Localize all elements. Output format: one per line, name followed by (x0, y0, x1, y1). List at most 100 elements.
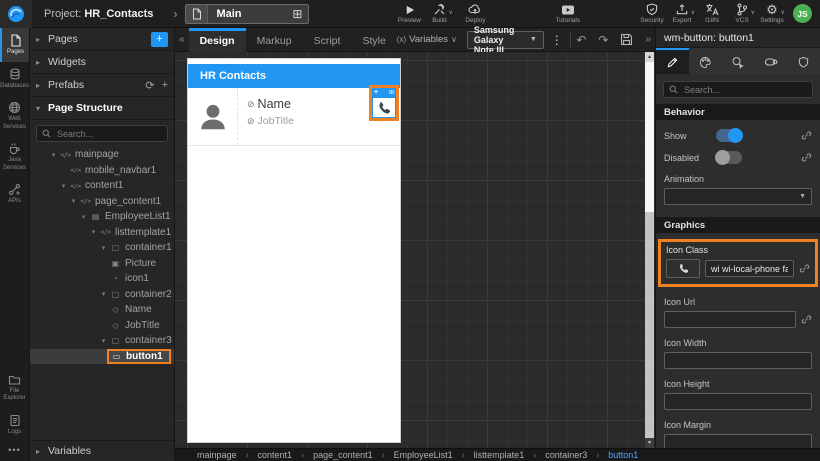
deploy-button[interactable]: Deploy (460, 0, 490, 28)
add-page-button[interactable]: + (151, 31, 168, 47)
refresh-icon[interactable]: ⟳ (145, 79, 154, 92)
bind-link-icon[interactable] (799, 263, 810, 274)
tree-item-mobile-navbar1[interactable]: </> mobile_navbar1 (30, 163, 174, 179)
tree-item-content1[interactable]: ▾ </> content1 (30, 178, 174, 194)
section-widgets[interactable]: ▸ Widgets (30, 51, 174, 74)
widget-quick-actions[interactable]: + ⊞ (372, 88, 396, 97)
section-page-structure[interactable]: ▾ Page Structure (30, 97, 174, 120)
bind-link-icon[interactable] (801, 152, 812, 163)
tree-item-button1-selected[interactable]: ▭ button1 (30, 348, 174, 364)
export-button[interactable]: ∨ Export (667, 0, 697, 28)
tree-item-mainpage[interactable]: ▾ </> mainpage (30, 147, 174, 163)
properties-search-input[interactable] (682, 83, 807, 96)
employee-list-item[interactable]: ⊘ Name ⊘ JobTitle + ⊞ (188, 85, 400, 146)
icon-url-input[interactable] (664, 311, 796, 328)
name-label-widget[interactable]: ⊘ Name (247, 97, 366, 111)
tree-item-jobtitle[interactable]: ◇ JobTitle (30, 318, 174, 334)
breadcrumb-mainpage[interactable]: mainpage (197, 450, 237, 460)
tab-script[interactable]: Script (303, 28, 352, 52)
icon-class-input[interactable] (705, 260, 794, 277)
picture-widget[interactable] (188, 88, 238, 145)
scrollbar-thumb[interactable] (645, 62, 654, 212)
rail-item-databases[interactable]: Databases (0, 62, 29, 96)
tree-item-page-content1[interactable]: ▾ </> page_content1 (30, 194, 174, 210)
icon-margin-input[interactable] (664, 434, 812, 448)
animation-select[interactable]: ▼ (664, 188, 812, 205)
pencil-icon (667, 57, 678, 68)
tree-item-listtemplate1[interactable]: ▾ </> listtemplate1 (30, 225, 174, 241)
tab-inspect[interactable] (722, 48, 755, 74)
more-options-menu[interactable]: ⋮ (544, 33, 570, 47)
variables-dropdown[interactable]: (x) Variables ∨ (397, 34, 457, 45)
tab-design[interactable]: Design (188, 27, 246, 52)
settings-button[interactable]: ⚙ ∨ Settings (757, 0, 787, 28)
collapse-right-panel-button[interactable]: » (641, 34, 655, 45)
variable-sign-icon: (x) (396, 35, 407, 44)
rail-item-logs[interactable]: Logs (0, 408, 29, 442)
tab-styles[interactable] (689, 48, 722, 74)
breadcrumb-container3[interactable]: container3 (545, 450, 587, 460)
tab-device[interactable] (754, 48, 787, 74)
breadcrumb-button1[interactable]: button1 (608, 450, 638, 460)
open-page-tab[interactable]: Main ⊞ (185, 3, 310, 24)
rail-item-web-services[interactable]: Web Services (0, 95, 29, 136)
breadcrumb-content1[interactable]: content1 (258, 450, 293, 460)
grid-view-icon[interactable]: ⊞ (286, 7, 308, 21)
icon-picker-button[interactable] (666, 259, 700, 278)
jobtitle-label-widget[interactable]: ⊘ JobTitle (247, 115, 366, 127)
tab-style[interactable]: Style (351, 28, 396, 52)
rail-item-apis[interactable]: APIs (0, 177, 29, 211)
tree-item-container2[interactable]: ▾ ▢ container2 (30, 287, 174, 303)
section-pages[interactable]: ▸ Pages + (30, 28, 174, 51)
tree-item-container3[interactable]: ▾ ▢ container3 (30, 333, 174, 349)
disabled-toggle[interactable] (715, 150, 742, 165)
rail-item-pages[interactable]: Pages (0, 28, 29, 62)
wavemaker-logo-icon[interactable] (0, 0, 32, 28)
icon-width-input[interactable] (664, 352, 812, 369)
breadcrumb-employeelist1[interactable]: EmployeeList1 (394, 450, 453, 460)
bind-link-icon[interactable] (801, 130, 812, 141)
show-toggle[interactable] (716, 128, 743, 143)
bind-link-icon[interactable] (801, 314, 812, 325)
rail-more-button[interactable]: ••• (0, 441, 29, 461)
design-canvas[interactable]: HR Contacts ⊘ Name ⊘ JobTitle + ⊞ ▲ ▼ (175, 52, 655, 448)
security-button[interactable]: Security (637, 0, 667, 28)
rail-item-java-services[interactable]: Java Services (0, 136, 29, 177)
collapse-left-panel-button[interactable]: « (175, 34, 189, 45)
structure-search-input[interactable] (55, 127, 162, 140)
add-widget-icon[interactable]: + (374, 89, 378, 96)
section-prefabs[interactable]: ▸ Prefabs ⟳ + (30, 74, 174, 97)
user-avatar[interactable]: JS (793, 4, 812, 23)
breadcrumb-listtemplate1[interactable]: listtemplate1 (474, 450, 525, 460)
section-variables[interactable]: ▸ Variables (30, 440, 174, 461)
add-prefab-button[interactable]: + (162, 79, 168, 91)
phone-button-widget[interactable] (372, 97, 396, 118)
i18n-button[interactable]: I18N (697, 0, 727, 28)
breadcrumb-page-content1[interactable]: page_content1 (313, 450, 373, 460)
save-button[interactable] (614, 33, 639, 46)
tab-properties[interactable] (656, 48, 689, 74)
vcs-button[interactable]: ∨ VCS (727, 0, 757, 28)
widget-menu-icon[interactable]: ⊞ (389, 90, 394, 96)
tab-security[interactable] (787, 48, 820, 74)
scroll-up-arrow[interactable]: ▲ (645, 52, 654, 62)
tab-markup[interactable]: Markup (246, 28, 303, 52)
tree-item-container1[interactable]: ▾ ▢ container1 (30, 240, 174, 256)
folder-icon (8, 375, 21, 385)
preview-button[interactable]: Preview (394, 0, 424, 28)
tree-item-icon1[interactable]: ◔ icon1 (30, 271, 174, 287)
tree-item-name[interactable]: ◇ Name (30, 302, 174, 318)
device-selector[interactable]: Samsung Galaxy Note III ▼ (466, 25, 544, 55)
redo-button[interactable]: ↷ (592, 33, 614, 47)
rail-item-file-explorer[interactable]: File Explorer (0, 368, 29, 408)
tutorials-button[interactable]: Tutorials (552, 0, 583, 28)
properties-search (663, 81, 813, 98)
tree-item-employeelist1[interactable]: ▾ ▤ EmployeeList1 (30, 209, 174, 225)
undo-button[interactable]: ↶ (570, 33, 592, 47)
selected-phone-button[interactable]: + ⊞ (369, 85, 399, 121)
scroll-down-arrow[interactable]: ▼ (645, 438, 654, 448)
canvas-vertical-scrollbar[interactable]: ▲ ▼ (645, 52, 654, 448)
tree-item-picture[interactable]: ▣ Picture (30, 256, 174, 272)
icon-height-input[interactable] (664, 393, 812, 410)
build-button[interactable]: ∨ Build (424, 0, 454, 28)
